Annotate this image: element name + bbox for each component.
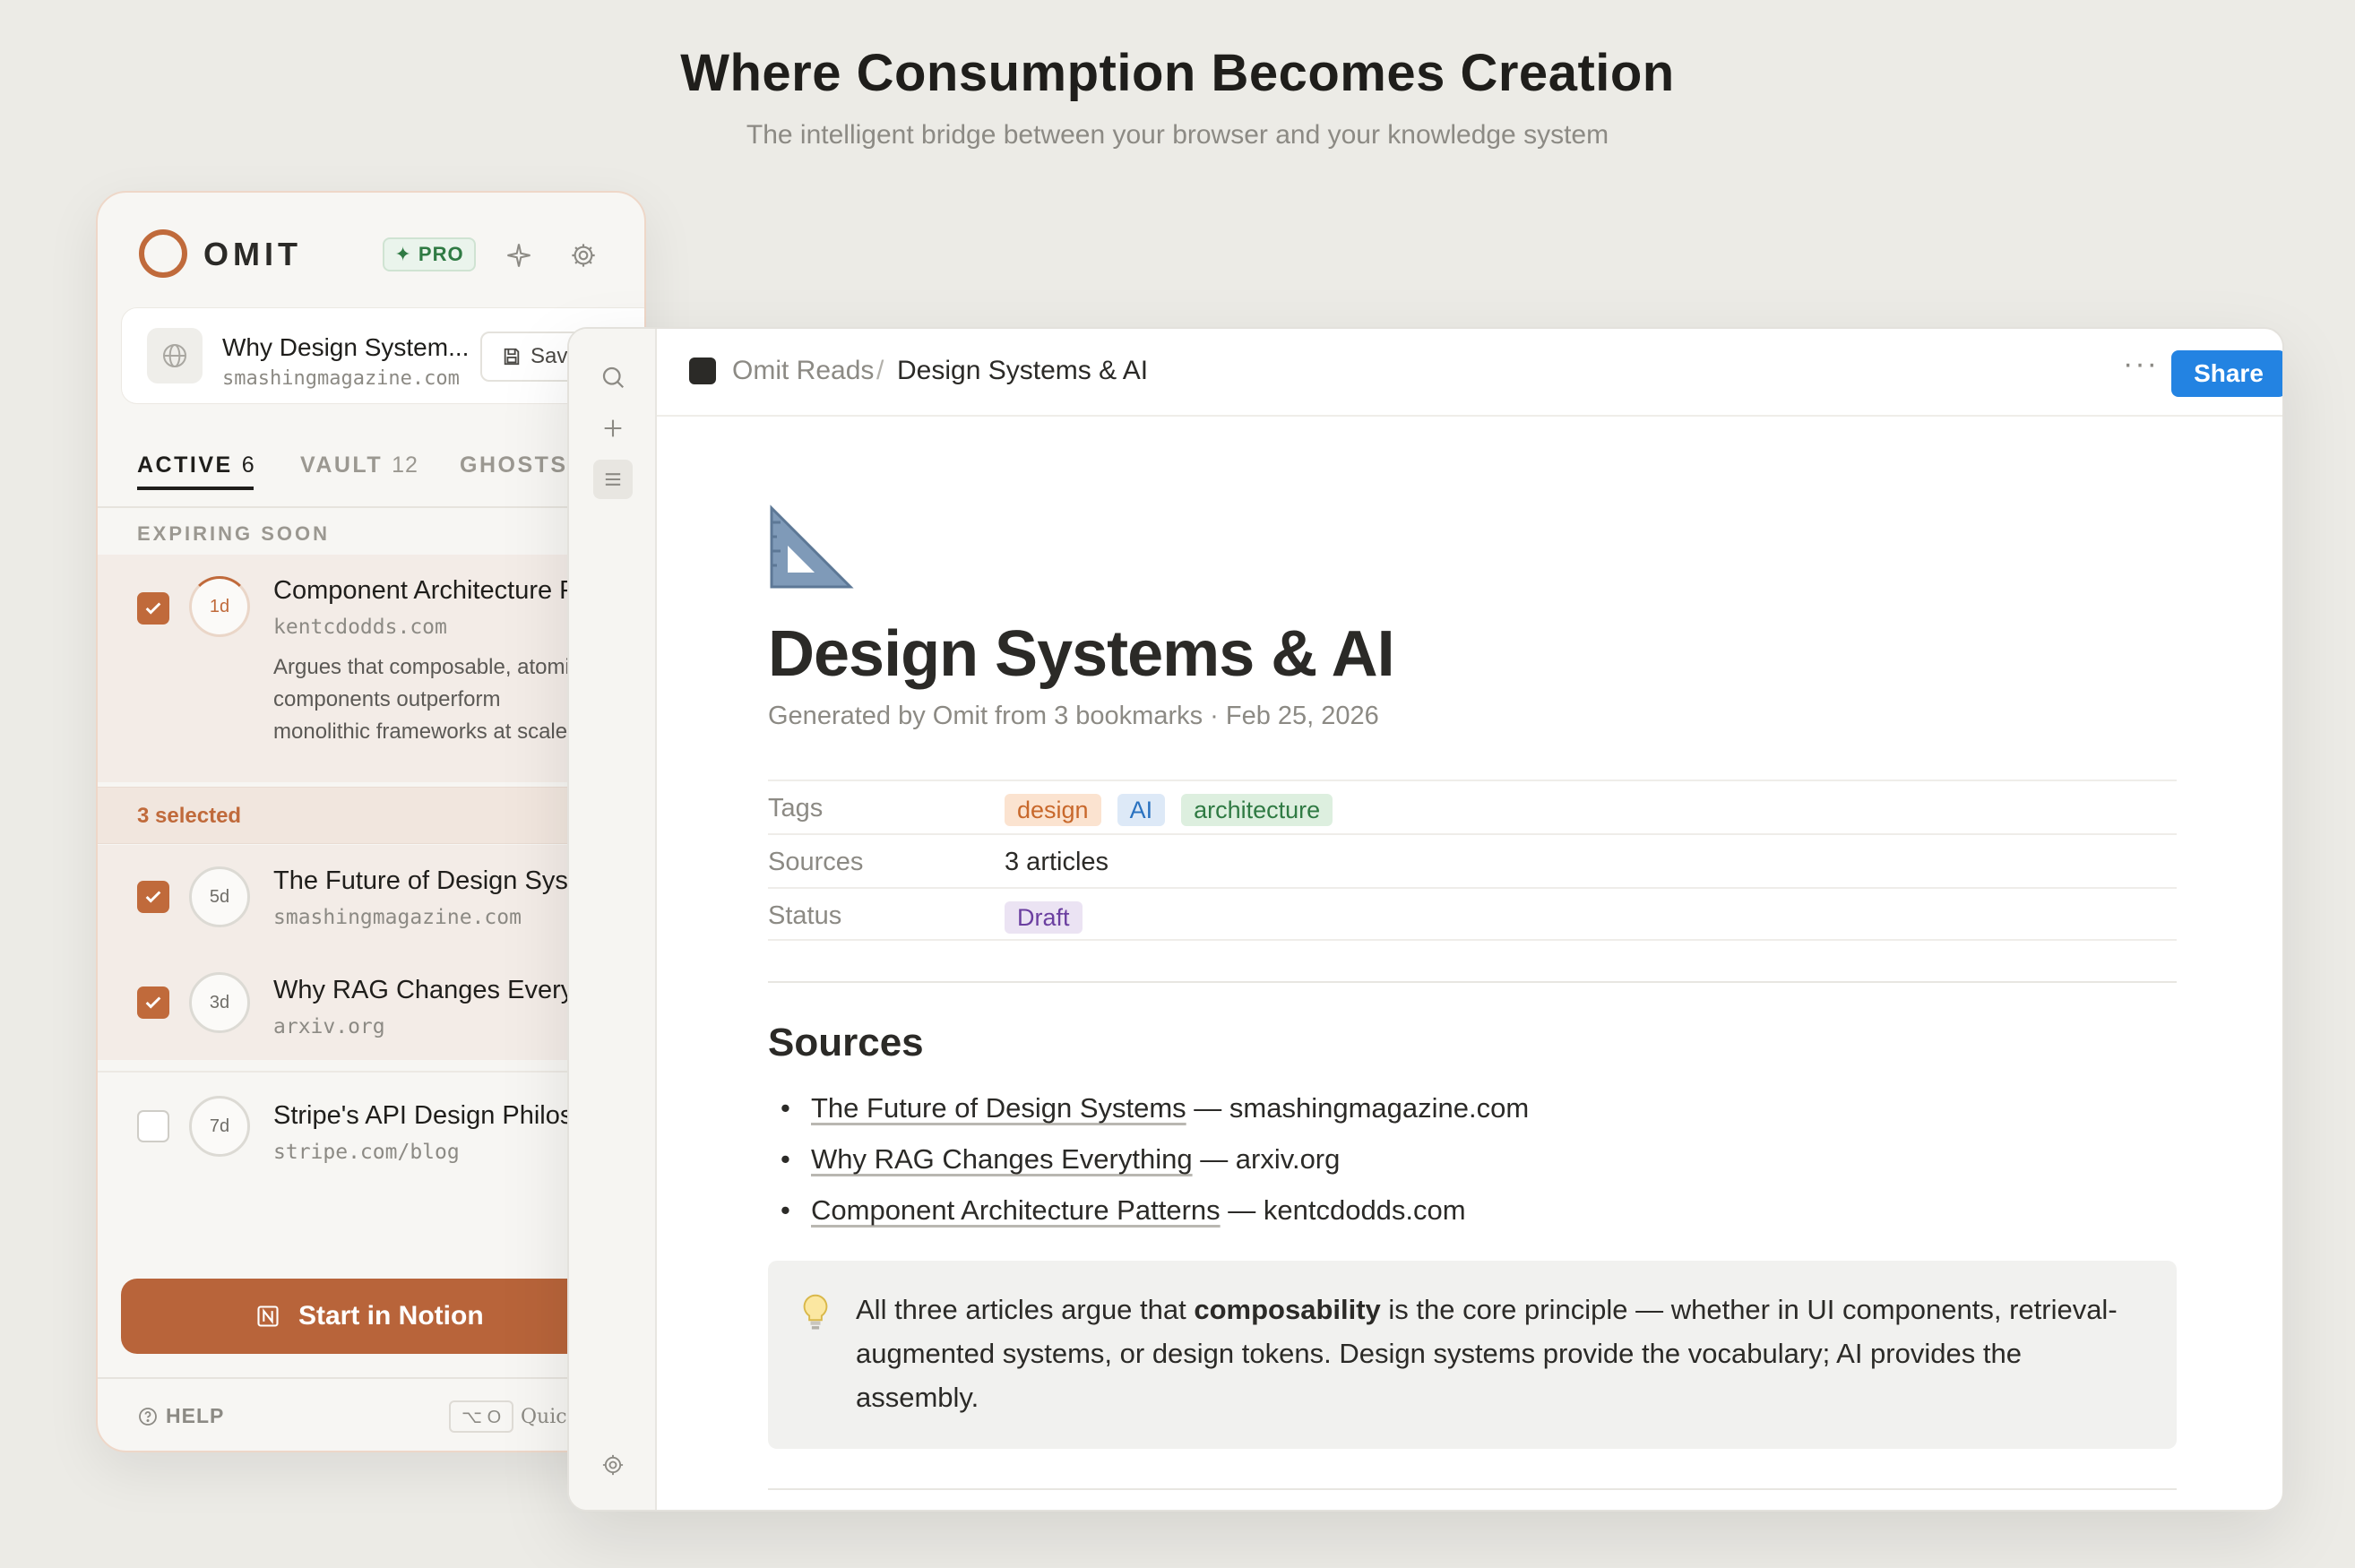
hero-title: Where Consumption Becomes Creation bbox=[680, 44, 1675, 102]
tab-ghosts-label: GHOSTS bbox=[460, 452, 568, 478]
property-row-tags[interactable]: Tags design AI architecture bbox=[768, 780, 2177, 833]
tab-bar: ACTIVE 6 VAULT 12 GHOSTS bbox=[98, 427, 644, 508]
item-summary-line: monolithic frameworks at scale bbox=[273, 719, 568, 744]
status-badge[interactable]: Draft bbox=[1005, 901, 1083, 934]
divider bbox=[768, 1488, 2177, 1490]
page-properties: Tags design AI architecture Sources 3 ar… bbox=[768, 780, 2177, 941]
notion-icon bbox=[257, 1305, 279, 1327]
tab-active[interactable]: ACTIVE 6 bbox=[137, 452, 255, 478]
settings-gear-icon[interactable] bbox=[564, 236, 603, 275]
source-item: • Component Architecture Patterns — kentc… bbox=[781, 1194, 1466, 1226]
selected-count: 3 selected bbox=[137, 804, 242, 828]
expiry-ring: 5d bbox=[189, 866, 250, 927]
current-page-title: Why Design System... bbox=[222, 333, 470, 361]
checkbox-checked[interactable] bbox=[137, 986, 169, 1019]
page-meta: Generated by Omit from 3 bookmarks · Feb… bbox=[768, 702, 1379, 730]
list-item[interactable]: 5d bbox=[98, 845, 644, 951]
help-link[interactable]: HELP bbox=[137, 1404, 224, 1428]
property-key: Status bbox=[768, 901, 842, 930]
callout-text: All three articles argue that composabil… bbox=[856, 1288, 2146, 1419]
source-domain: — arxiv.org bbox=[1192, 1143, 1341, 1175]
notion-window: Omit Reads / Design Systems & AI ··· Sha… bbox=[567, 327, 2284, 1512]
source-link[interactable]: Component Architecture Patterns bbox=[811, 1194, 1221, 1226]
breadcrumb-separator: / bbox=[876, 356, 884, 385]
hero-subtitle: The intelligent bridge between your brow… bbox=[746, 120, 1609, 150]
list-item[interactable]: 7d Stripe's API Design Philosophy stripe… bbox=[98, 1071, 644, 1193]
checkbox-checked[interactable] bbox=[137, 592, 169, 625]
source-item: • The Future of Design Systems — smashing… bbox=[781, 1092, 1530, 1124]
save-icon bbox=[504, 348, 520, 366]
pro-badge: ✦ PRO bbox=[383, 237, 476, 271]
insight-callout[interactable]: All three articles argue that composabil… bbox=[768, 1261, 2177, 1449]
extension-footer: HELP ⌥ O Quick bbox=[98, 1377, 644, 1451]
source-domain: — kentcdodds.com bbox=[1220, 1194, 1466, 1226]
item-url: kentcdodds.com bbox=[273, 616, 447, 639]
tag-ai[interactable]: AI bbox=[1117, 794, 1166, 826]
item-url: arxiv.org bbox=[273, 1015, 385, 1038]
item-summary-line: Argues that composable, atomic bbox=[273, 655, 581, 679]
notion-sidebar-rail bbox=[569, 329, 657, 1510]
expiry-ring: 1d bbox=[189, 576, 250, 637]
extension-popup: OMIT ✦ PRO Why Design System... smashing… bbox=[96, 191, 646, 1452]
extension-header: OMIT ✦ PRO bbox=[98, 193, 644, 316]
checkbox-checked[interactable] bbox=[137, 881, 169, 913]
item-summary-line: components outperform bbox=[273, 687, 501, 711]
list-item[interactable]: 3d bbox=[98, 951, 644, 1060]
notion-topbar: Omit Reads / Design Systems & AI ··· Sha… bbox=[657, 329, 2282, 417]
more-options-icon[interactable]: ··· bbox=[2123, 347, 2159, 382]
menu-lines-icon[interactable] bbox=[593, 460, 633, 499]
property-row-status[interactable]: Status Draft bbox=[768, 887, 2177, 941]
current-page-url: smashingmagazine.com bbox=[222, 367, 460, 390]
tab-active-count: 6 bbox=[241, 452, 255, 478]
help-icon bbox=[139, 1407, 157, 1426]
share-button[interactable]: Share bbox=[2171, 350, 2282, 397]
active-tab-indicator bbox=[137, 487, 254, 490]
property-value: 3 articles bbox=[1005, 848, 1109, 876]
keyboard-shortcut: ⌥ O bbox=[449, 1400, 514, 1433]
divider bbox=[768, 981, 2177, 983]
checkbox-unchecked[interactable] bbox=[137, 1110, 169, 1142]
sources-list: • The Future of Design Systems — smashing… bbox=[768, 1092, 1529, 1245]
callout-text-bold: composability bbox=[1194, 1294, 1381, 1325]
breadcrumb-current[interactable]: Design Systems & AI bbox=[897, 356, 1148, 386]
breadcrumb-parent[interactable]: Omit Reads bbox=[732, 356, 874, 386]
globe-icon bbox=[147, 328, 203, 383]
search-icon[interactable] bbox=[593, 358, 633, 397]
help-label: HELP bbox=[166, 1404, 225, 1427]
property-row-sources[interactable]: Sources 3 articles bbox=[768, 833, 2177, 887]
tab-vault-label: VAULT bbox=[300, 452, 384, 478]
source-item: • Why RAG Changes Everything — arxiv.org bbox=[781, 1143, 1341, 1175]
selection-bar: 3 selected bbox=[98, 787, 644, 844]
plus-icon[interactable] bbox=[593, 409, 633, 448]
tab-active-label: ACTIVE bbox=[137, 452, 233, 478]
expiry-ring: 3d bbox=[189, 972, 250, 1033]
property-key: Sources bbox=[768, 848, 864, 876]
workspace-icon bbox=[689, 358, 716, 384]
tab-vault-count: 12 bbox=[392, 452, 418, 478]
item-url: stripe.com/blog bbox=[273, 1141, 460, 1164]
section-label-expiring: EXPIRING SOON bbox=[137, 522, 331, 545]
omit-logo-icon bbox=[139, 229, 187, 278]
start-in-notion-label: Start in Notion bbox=[298, 1301, 484, 1331]
source-link[interactable]: The Future of Design Systems bbox=[811, 1092, 1186, 1124]
tab-vault[interactable]: VAULT 12 bbox=[300, 452, 418, 478]
source-domain: — smashingmagazine.com bbox=[1186, 1092, 1530, 1124]
sparkle-icon[interactable] bbox=[499, 236, 539, 275]
callout-text-pre: All three articles argue that bbox=[856, 1294, 1195, 1325]
page-title[interactable]: Design Systems & AI bbox=[768, 617, 1395, 691]
property-key: Tags bbox=[768, 794, 824, 823]
brand-name: OMIT bbox=[203, 236, 302, 272]
sources-heading: Sources bbox=[768, 1021, 924, 1064]
tab-ghosts[interactable]: GHOSTS bbox=[460, 452, 568, 478]
list-item[interactable]: 1d Component Architecture Patterns kentc… bbox=[98, 555, 644, 782]
lightbulb-icon bbox=[800, 1293, 831, 1337]
item-url: smashingmagazine.com bbox=[273, 906, 522, 929]
triangle-ruler-icon bbox=[768, 504, 854, 595]
expiry-ring: 7d bbox=[189, 1096, 250, 1157]
settings-gear-icon[interactable] bbox=[593, 1445, 633, 1485]
tag-design[interactable]: design bbox=[1005, 794, 1101, 826]
source-link[interactable]: Why RAG Changes Everything bbox=[811, 1143, 1193, 1175]
tag-architecture[interactable]: architecture bbox=[1181, 794, 1333, 826]
